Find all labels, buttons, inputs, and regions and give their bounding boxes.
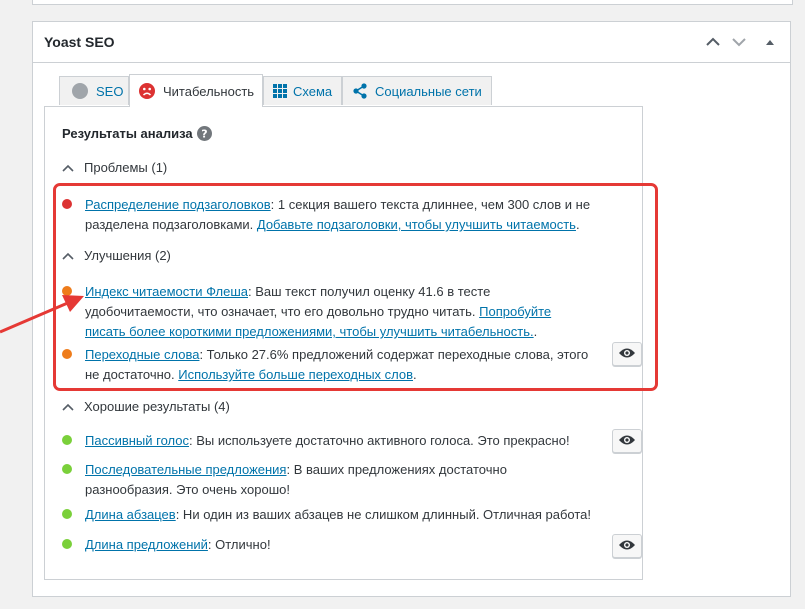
- list-item: Длина абзацев: Ни один из ваших абзацев …: [62, 505, 627, 527]
- annotation-arrow-icon: [0, 295, 84, 334]
- eye-icon: [618, 347, 636, 362]
- result-link[interactable]: Последовательные предложения: [85, 462, 286, 477]
- item-text: Переходные слова: Только 27.6% предложен…: [85, 345, 595, 385]
- item-text: Длина предложений: Отлично!: [85, 535, 595, 555]
- improvements-toggle[interactable]: Улучшения (2): [62, 248, 171, 263]
- readability-panel: Результаты анализа ? Проблемы (1) Распре…: [44, 106, 643, 580]
- result-link[interactable]: Распределение подзаголовков: [85, 197, 271, 212]
- result-link[interactable]: Индекс читаемости Флеша: [85, 284, 248, 299]
- tab-label: Схема: [293, 83, 333, 99]
- tab-seo[interactable]: SEO: [59, 76, 129, 105]
- tab-social[interactable]: Социальные сети: [342, 76, 492, 105]
- list-item: Распределение подзаголовков: 1 секция ва…: [62, 195, 627, 239]
- status-bullet-good: [62, 539, 72, 549]
- item-text: Последовательные предложения: В ваших пр…: [85, 460, 595, 500]
- result-link[interactable]: Длина предложений: [85, 537, 208, 552]
- tab-label: Социальные сети: [375, 83, 482, 99]
- item-text: Распределение подзаголовков: 1 секция ва…: [85, 195, 595, 235]
- chevron-up-icon: [62, 252, 74, 260]
- result-link[interactable]: Длина абзацев: [85, 507, 176, 522]
- yoast-seo-metabox: Yoast SEO SEO Читабельность Схема Социал…: [32, 21, 791, 597]
- eye-icon: [618, 539, 636, 554]
- status-bullet-ok: [62, 349, 72, 359]
- result-action-link[interactable]: Добавьте подзаголовки, чтобы улучшить чи…: [257, 217, 576, 232]
- move-up-icon[interactable]: [704, 33, 722, 51]
- item-text: Пассивный голос: Вы используете достаточ…: [85, 431, 595, 451]
- list-item: Длина предложений: Отлично!: [62, 534, 642, 559]
- tab-label: SEO: [96, 83, 124, 99]
- result-text: : Отлично!: [207, 537, 271, 552]
- tab-label: Читабельность: [163, 83, 255, 99]
- svg-text:?: ?: [201, 128, 207, 141]
- highlight-toggle-button[interactable]: [612, 534, 642, 558]
- result-text: : Ни один из ваших абзацев не слишком дл…: [175, 507, 592, 522]
- result-action-link[interactable]: Используйте больше переходных слов: [178, 367, 413, 382]
- help-icon[interactable]: ?: [197, 126, 212, 144]
- highlight-toggle-button[interactable]: [612, 429, 642, 453]
- status-bullet-good: [62, 435, 72, 445]
- result-link[interactable]: Переходные слова: [85, 347, 199, 362]
- status-bullet-good: [62, 509, 72, 519]
- result-text: : Вы используете достаточно активного го…: [189, 433, 570, 448]
- item-text: Длина абзацев: Ни один из ваших абзацев …: [85, 505, 595, 525]
- move-down-icon[interactable]: [730, 33, 748, 51]
- previous-metabox: [32, 0, 793, 5]
- grid-icon: [273, 84, 287, 98]
- status-bullet-bad: [62, 199, 72, 209]
- eye-icon: [618, 434, 636, 449]
- list-item: Переходные слова: Только 27.6% предложен…: [62, 342, 642, 389]
- problems-toggle[interactable]: Проблемы (1): [62, 160, 167, 175]
- gray-circle-icon: [72, 83, 88, 99]
- chevron-up-icon: [62, 403, 74, 411]
- analysis-title: Результаты анализа: [62, 126, 193, 141]
- metabox-title: Yoast SEO: [44, 34, 115, 50]
- metabox-header: Yoast SEO: [33, 22, 790, 63]
- list-item: Пассивный голос: Вы используете достаточ…: [62, 429, 642, 455]
- highlight-toggle-button[interactable]: [612, 342, 642, 366]
- list-item: Индекс читаемости Флеша: Ваш текст получ…: [62, 282, 627, 342]
- result-text: .: [575, 217, 580, 232]
- improvements-heading: Улучшения (2): [84, 248, 171, 263]
- tab-readability[interactable]: Читабельность: [129, 74, 263, 107]
- good-results-heading: Хорошие результаты (4): [84, 399, 230, 414]
- problems-heading: Проблемы (1): [84, 160, 168, 175]
- result-text: .: [533, 324, 538, 339]
- collapse-toggle-icon[interactable]: [761, 33, 779, 51]
- result-link[interactable]: Пассивный голос: [85, 433, 189, 448]
- result-text: .: [413, 367, 417, 382]
- item-text: Индекс читаемости Флеша: Ваш текст получ…: [85, 282, 595, 342]
- list-item: Последовательные предложения: В ваших пр…: [62, 460, 627, 502]
- tab-schema[interactable]: Схема: [263, 76, 342, 105]
- status-bullet-good: [62, 464, 72, 474]
- share-icon: [353, 83, 367, 99]
- sad-face-icon: [139, 83, 155, 99]
- good-results-toggle[interactable]: Хорошие результаты (4): [62, 399, 230, 414]
- chevron-up-icon: [62, 164, 74, 172]
